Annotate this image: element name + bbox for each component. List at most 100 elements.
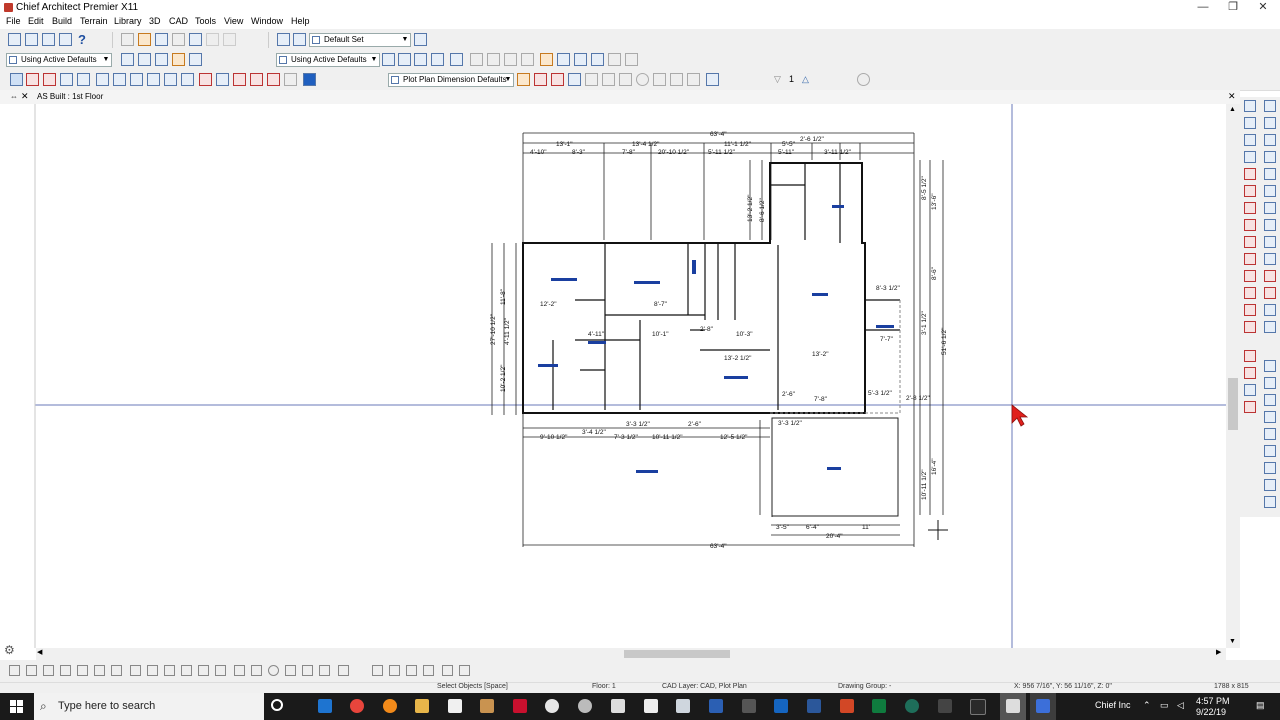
rs-tool-24-icon[interactable]: [1264, 287, 1276, 299]
rs-tool-41-icon[interactable]: [1264, 496, 1276, 508]
chrome-icon[interactable]: [350, 699, 364, 713]
cabinet-icon[interactable]: [60, 73, 73, 86]
app-icon-6[interactable]: [480, 699, 494, 713]
edge-icon[interactable]: [318, 699, 332, 713]
rs-tool-11-icon[interactable]: [1244, 185, 1256, 197]
terrain-icon[interactable]: [199, 73, 212, 86]
file-explorer-icon[interactable]: [415, 699, 429, 713]
edit-tool-15-icon[interactable]: [251, 665, 262, 676]
rs-tool-29-icon[interactable]: [1244, 350, 1256, 362]
powerpoint-icon[interactable]: [840, 699, 854, 713]
rs-tool-31-icon[interactable]: [1244, 367, 1256, 379]
app-icon-12[interactable]: [676, 699, 690, 713]
rotate-icon[interactable]: [268, 665, 279, 676]
hvac-icon[interactable]: [250, 73, 263, 86]
notifications-icon[interactable]: ▤: [1256, 700, 1265, 711]
rs-tool-4-icon[interactable]: [1264, 117, 1276, 129]
layer-display-icon[interactable]: [42, 33, 55, 46]
zoom-out-icon[interactable]: [1264, 394, 1276, 406]
glass-house-icon[interactable]: [504, 53, 517, 66]
app-icon-19[interactable]: [905, 699, 919, 713]
room-divider-icon[interactable]: [43, 73, 56, 86]
open-folder-icon[interactable]: [138, 33, 151, 46]
rs-tool-16-icon[interactable]: [1264, 219, 1276, 231]
rs-tool-39-icon[interactable]: [1264, 462, 1276, 474]
electrical-icon[interactable]: [216, 73, 229, 86]
down-floor-icon[interactable]: ▽: [774, 74, 781, 85]
layout-icon[interactable]: [155, 53, 168, 66]
edit-tool-5-icon[interactable]: [77, 665, 88, 676]
edit-tool-13-icon[interactable]: [215, 665, 226, 676]
rs-tool-18-icon[interactable]: [1264, 236, 1276, 248]
grid-icon[interactable]: [138, 53, 151, 66]
text-style-icon[interactable]: [551, 73, 564, 86]
close-view-tab-button[interactable]: ✕: [21, 91, 29, 102]
scroll-left-icon[interactable]: ◀: [37, 648, 42, 656]
rs-tool-19-icon[interactable]: [1244, 253, 1256, 265]
rs-tool-7-icon[interactable]: [1244, 151, 1256, 163]
pencil-draw-icon[interactable]: [517, 73, 530, 86]
cortana-icon[interactable]: [271, 699, 283, 711]
rs-tool-10-icon[interactable]: [1264, 168, 1276, 180]
menu-cad[interactable]: CAD: [169, 16, 188, 26]
edit-tool-18-icon[interactable]: [302, 665, 313, 676]
edit-tool-21-icon[interactable]: [372, 665, 383, 676]
plumbing-icon[interactable]: [233, 73, 246, 86]
menu-view[interactable]: View: [224, 16, 243, 26]
project-browser-icon[interactable]: [25, 33, 38, 46]
edit-tool-6-icon[interactable]: [94, 665, 105, 676]
rs-tool-23-icon[interactable]: [1244, 287, 1256, 299]
view-tab-title[interactable]: AS Built : 1st Floor: [37, 92, 103, 101]
rs-tool-33-icon[interactable]: [1244, 384, 1256, 396]
drawing-canvas[interactable]: 63'-4" 13'-1" 13'-4 1/2" 11'-1 1/2" 5'-5…: [0, 104, 1226, 648]
firefox-icon[interactable]: [383, 699, 397, 713]
rs-tool-13-icon[interactable]: [1244, 202, 1256, 214]
plan-view-icon[interactable]: [121, 53, 134, 66]
eyedropper-icon[interactable]: [591, 53, 604, 66]
edit-tool-17-icon[interactable]: [285, 665, 296, 676]
app-icon-8[interactable]: [545, 699, 559, 713]
edit-tool-12-icon[interactable]: [198, 665, 209, 676]
scroll-right-icon[interactable]: ▶: [1216, 648, 1221, 656]
app-icon-20[interactable]: [938, 699, 952, 713]
calculator-icon[interactable]: [644, 699, 658, 713]
app-icon-7[interactable]: [513, 699, 527, 713]
pan-hand-icon[interactable]: [293, 33, 306, 46]
edit-tool-11-icon[interactable]: [181, 665, 192, 676]
menu-edit[interactable]: Edit: [28, 16, 44, 26]
set-options-icon[interactable]: [414, 33, 427, 46]
wall-tool-icon[interactable]: [26, 73, 39, 86]
fence-icon[interactable]: [181, 73, 194, 86]
tray-chevron-icon[interactable]: ⌃: [1143, 700, 1151, 711]
edit-tool-20-icon[interactable]: [338, 665, 349, 676]
rs-tool-35-icon[interactable]: [1244, 401, 1256, 413]
edit-tool-24-icon[interactable]: [423, 665, 434, 676]
volume-icon[interactable]: ◁: [1177, 700, 1184, 711]
select-hand-icon[interactable]: [277, 33, 290, 46]
new-plan-icon[interactable]: [121, 33, 134, 46]
close-view-button[interactable]: ✕: [1228, 91, 1236, 102]
spline-icon[interactable]: [670, 73, 683, 86]
outlook-icon[interactable]: [774, 699, 788, 713]
materials-icon[interactable]: [172, 53, 185, 66]
text-tool-icon[interactable]: [534, 73, 547, 86]
door-icon[interactable]: [77, 73, 90, 86]
rs-tool-28-icon[interactable]: [1264, 321, 1276, 333]
section-icon[interactable]: [431, 53, 444, 66]
rs-tool-1-icon[interactable]: [1244, 100, 1256, 112]
shape-icon[interactable]: [284, 73, 297, 86]
rs-tool-21-icon[interactable]: [1244, 270, 1256, 282]
plot-plan-dimension-select[interactable]: Plot Plan Dimension Defaults ▼: [388, 73, 514, 87]
word-icon[interactable]: [807, 699, 821, 713]
rs-tool-17-icon[interactable]: [1244, 236, 1256, 248]
3d-box-icon[interactable]: [303, 73, 316, 86]
menu-3d[interactable]: 3D: [149, 16, 161, 26]
rs-tool-6-icon[interactable]: [1264, 134, 1276, 146]
minimize-button[interactable]: —: [1188, 0, 1218, 15]
edit-tool-22-icon[interactable]: [389, 665, 400, 676]
menu-window[interactable]: Window: [251, 16, 283, 26]
menu-build[interactable]: Build: [52, 16, 72, 26]
fixture-icon[interactable]: [267, 73, 280, 86]
edit-tool-10-icon[interactable]: [164, 665, 175, 676]
edit-tool-8-icon[interactable]: [130, 665, 141, 676]
